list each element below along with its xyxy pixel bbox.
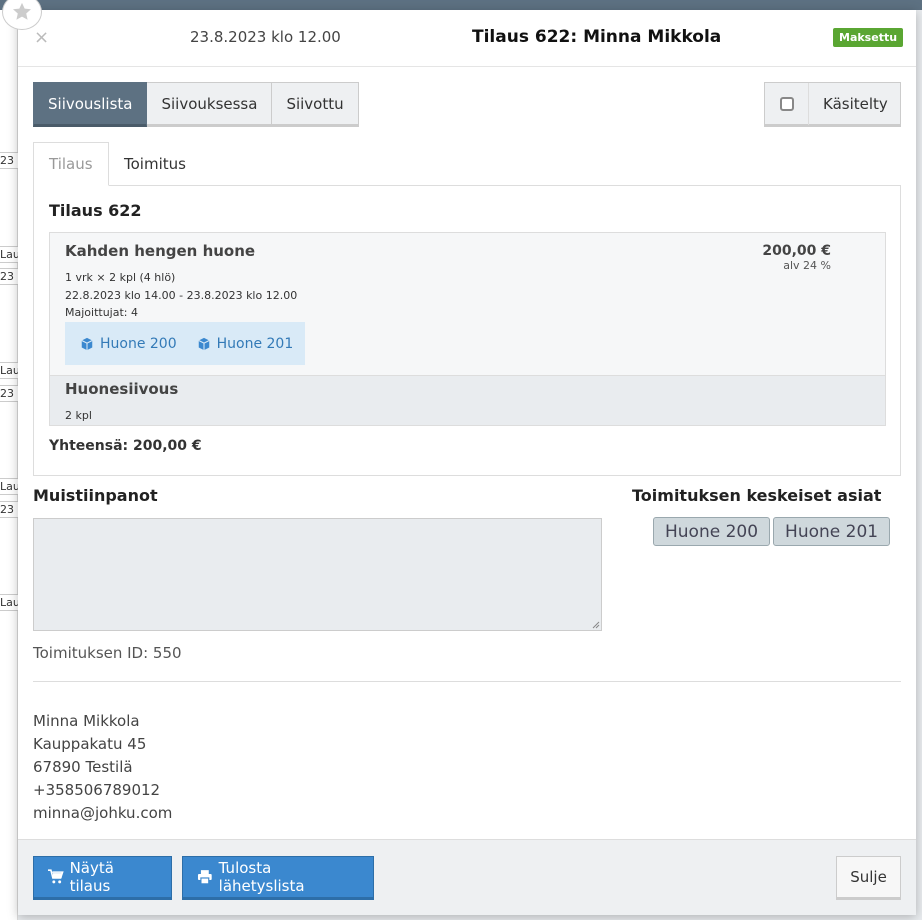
- background-fragment: Laus: [0, 478, 18, 495]
- close-icon[interactable]: ×: [34, 28, 49, 48]
- modal-title: Tilaus 622: Minna Mikkola: [472, 27, 722, 47]
- print-list-label: Tulosta lähetyslista: [218, 859, 305, 895]
- delivery-id: Toimituksen ID: 550: [33, 644, 182, 662]
- modal-footer: Näytä tilaus Tulosta lähetyslista Sulje: [18, 839, 916, 915]
- key-items-title: Toimituksen keskeiset asiat: [632, 486, 882, 505]
- checkbox-icon: [779, 96, 794, 111]
- order-total: Yhteensä: 200,00 €: [49, 438, 202, 454]
- background-header-bar: [0, 0, 922, 10]
- show-order-button[interactable]: Näytä tilaus: [33, 856, 172, 900]
- customer-city: 67890 Testilä: [33, 758, 133, 776]
- cube-icon: [198, 337, 210, 350]
- order-item: Huonesiivous 2 kpl: [50, 376, 885, 425]
- background-fragment: 23: [0, 385, 18, 402]
- key-items-tags: Huone 200 Huone 201: [653, 517, 891, 546]
- item-quantity: 2 kpl: [65, 409, 92, 422]
- key-item-tag: Huone 200: [653, 517, 771, 546]
- notes-textarea[interactable]: [33, 518, 602, 631]
- show-order-label: Näytä tilaus: [69, 859, 114, 895]
- background-fragment: Laus: [0, 246, 18, 263]
- order-datetime: 23.8.2023 klo 12.00: [190, 28, 341, 46]
- item-quantity: 1 vrk × 2 kpl (4 hlö): [65, 271, 176, 284]
- key-item-tag: Huone 201: [773, 517, 891, 546]
- content-tabs: Tilaus Toimitus: [33, 142, 901, 186]
- item-price: 200,00 €: [762, 243, 831, 259]
- order-items: Kahden hengen huone 200,00 € alv 24 % 1 …: [49, 232, 886, 426]
- customer-name: Minna Mikkola: [33, 712, 140, 730]
- status-button-cleaning[interactable]: Siivouksessa: [147, 82, 273, 127]
- customer-street: Kauppakatu 45: [33, 735, 147, 753]
- close-button[interactable]: Sulje: [836, 856, 901, 900]
- background-list: [0, 10, 18, 920]
- customer-contact: Minna Mikkola Kauppakatu 45 67890 Testil…: [33, 710, 172, 825]
- background-fragment: 23: [0, 501, 18, 518]
- item-name: Kahden hengen huone: [65, 242, 256, 260]
- order-title: Tilaus 622: [49, 201, 142, 220]
- room-link-201[interactable]: Huone 201: [197, 335, 294, 352]
- background-fragment: Laus: [0, 362, 18, 379]
- tab-order[interactable]: Tilaus: [33, 142, 109, 186]
- notes-title: Muistiinpanot: [33, 486, 158, 505]
- assigned-rooms: Huone 200 Huone 201: [65, 322, 305, 365]
- tab-delivery[interactable]: Toimitus: [109, 142, 201, 186]
- modal-header: × 23.8.2023 klo 12.00 Tilaus 622: Minna …: [18, 10, 916, 67]
- divider: [33, 681, 901, 682]
- handled-label: Käsitelty: [823, 94, 888, 113]
- room-label: Huone 201: [216, 335, 294, 352]
- item-guests: Majoittujat: 4: [65, 306, 138, 319]
- item-vat: alv 24 %: [783, 259, 831, 272]
- customer-phone: +358506789012: [33, 781, 161, 799]
- item-name: Huonesiivous: [65, 380, 179, 398]
- cube-icon: [81, 337, 93, 350]
- print-icon: [197, 870, 212, 885]
- background-fragment: 23: [0, 268, 18, 285]
- customer-email: minna@johku.com: [33, 804, 173, 822]
- resize-grip-icon[interactable]: [592, 621, 600, 629]
- print-list-button[interactable]: Tulosta lähetyslista: [182, 856, 374, 900]
- background-fragment: 23: [0, 152, 18, 169]
- order-modal: × 23.8.2023 klo 12.00 Tilaus 622: Minna …: [18, 10, 916, 915]
- room-label: Huone 200: [100, 335, 177, 352]
- background-fragment: Laus: [0, 594, 18, 611]
- item-period: 22.8.2023 klo 14.00 - 23.8.2023 klo 12.0…: [65, 289, 298, 302]
- payment-status-badge: Maksettu: [833, 28, 904, 47]
- order-tab-panel: Tilaus 622 Kahden hengen huone 200,00 € …: [33, 185, 901, 476]
- order-item: Kahden hengen huone 200,00 € alv 24 % 1 …: [50, 233, 885, 376]
- status-button-cleaned[interactable]: Siivottu: [272, 82, 359, 127]
- cleaning-status-group: Siivouslista Siivouksessa Siivottu: [33, 82, 359, 127]
- handled-checkbox[interactable]: [765, 82, 809, 125]
- cart-icon: [48, 869, 64, 884]
- room-link-200[interactable]: Huone 200: [80, 336, 177, 352]
- handled-toggle-button[interactable]: Käsitelty: [764, 82, 901, 127]
- status-button-cleaning-list[interactable]: Siivouslista: [33, 82, 148, 127]
